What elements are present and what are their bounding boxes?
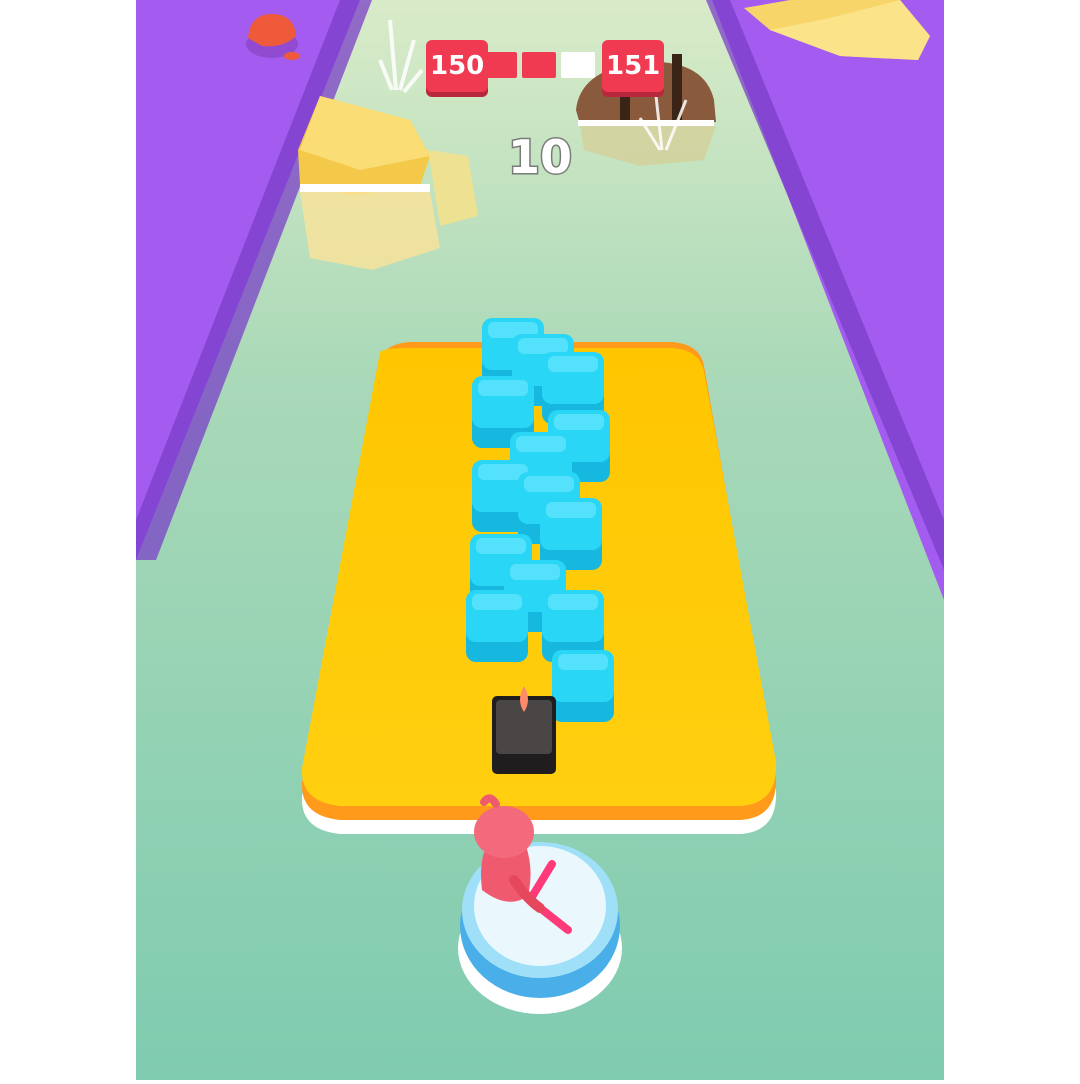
left-margin [0, 0, 136, 1080]
ice-cube [540, 498, 602, 570]
next-level-badge: 151 [602, 40, 665, 92]
stone-obstacle [492, 686, 556, 774]
progress-segment [561, 52, 595, 78]
current-level-badge: 150 [426, 40, 489, 92]
game-scene[interactable]: 150 151 10 [0, 0, 1080, 1080]
score-counter: 10 [506, 129, 573, 186]
progress-segment [483, 52, 517, 78]
ice-cube [552, 650, 614, 722]
progress-segment [522, 52, 556, 78]
ice-cube [466, 590, 528, 662]
right-margin [944, 0, 1080, 1080]
